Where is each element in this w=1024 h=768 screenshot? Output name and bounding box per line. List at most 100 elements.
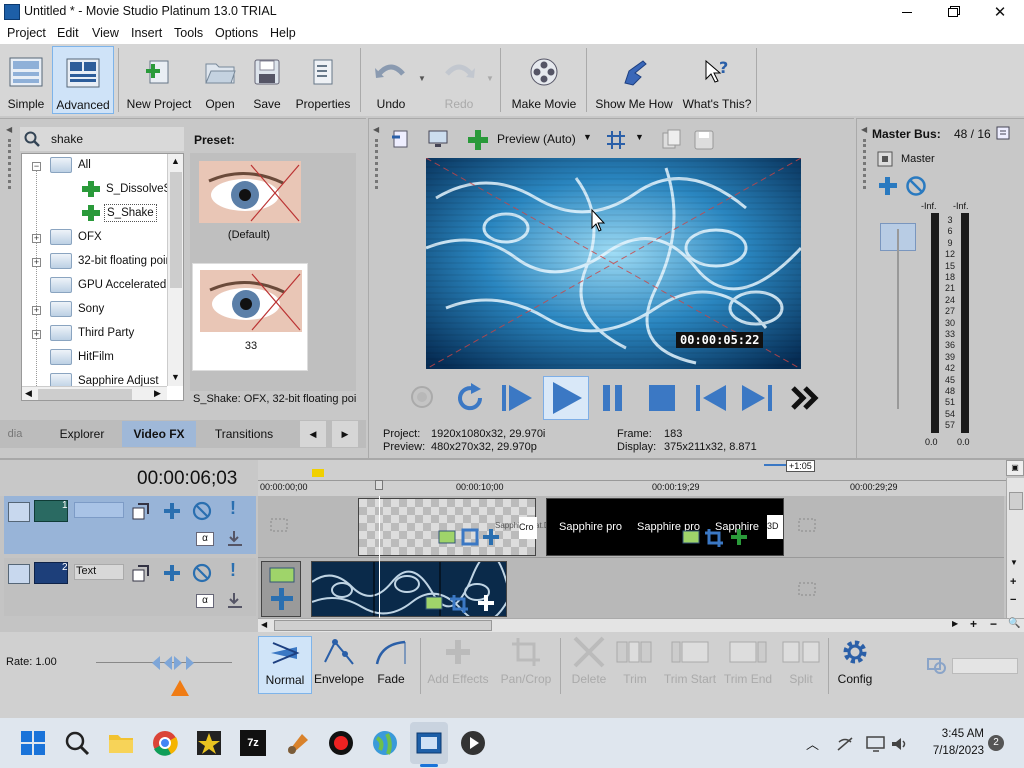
show-hidden-icons[interactable]: ︿ bbox=[806, 734, 819, 753]
scroll-right-icon[interactable]: ▶ bbox=[154, 388, 161, 399]
go-to-start-button[interactable] bbox=[694, 382, 728, 414]
timeline-ruler[interactable]: +1:05 00:00:00;00 00:00:10;00 00:00:19;2… bbox=[258, 460, 1006, 496]
master-fx-icon[interactable] bbox=[877, 175, 899, 197]
clock-date[interactable]: 7/18/2023 bbox=[920, 745, 984, 757]
chrome-icon[interactable] bbox=[152, 730, 178, 756]
scroll-left-icon[interactable]: ◀ bbox=[261, 620, 267, 629]
notification-badge[interactable]: 2 bbox=[988, 735, 1004, 751]
motion-pan-icon[interactable] bbox=[132, 564, 150, 582]
fade-tool-button[interactable]: Fade bbox=[364, 636, 418, 694]
network-icon[interactable] bbox=[836, 736, 854, 752]
pause-button[interactable] bbox=[600, 382, 626, 414]
track-fx-icon[interactable] bbox=[162, 564, 182, 582]
scroll-up-icon[interactable]: ▲ bbox=[171, 156, 180, 166]
tree-item-sony[interactable]: Sony bbox=[50, 298, 104, 320]
tree-item-all[interactable]: All bbox=[50, 154, 91, 176]
clip-text-event[interactable] bbox=[261, 561, 301, 617]
open-button[interactable]: Open bbox=[200, 46, 240, 114]
track-header-1[interactable]: 1 ! α bbox=[4, 496, 256, 554]
menu-help[interactable]: Help bbox=[270, 26, 296, 40]
track-fx-icon[interactable] bbox=[162, 502, 182, 520]
compositing-mode-icon[interactable]: α bbox=[196, 594, 214, 608]
motion-pan-icon[interactable] bbox=[132, 502, 150, 520]
envelope-tool-button[interactable]: Envelope bbox=[312, 636, 366, 694]
mute-icon[interactable] bbox=[192, 563, 212, 583]
preset-item-33[interactable]: 33 bbox=[192, 263, 308, 371]
config-button[interactable]: Config bbox=[828, 636, 882, 694]
search-icon[interactable] bbox=[64, 730, 90, 756]
scroll-down-icon[interactable]: ▼ bbox=[1010, 558, 1018, 567]
zoom-slider[interactable] bbox=[952, 658, 1018, 674]
7zip-icon[interactable]: 7z bbox=[240, 730, 266, 756]
minimize-button[interactable] bbox=[884, 0, 930, 24]
search-input[interactable]: shake bbox=[51, 132, 83, 146]
loop-region-marker[interactable] bbox=[312, 469, 324, 477]
clip-video[interactable] bbox=[311, 561, 507, 617]
preview-properties-icon[interactable] bbox=[391, 129, 411, 149]
tree-item-32bit[interactable]: 32-bit floating poir bbox=[50, 250, 169, 272]
copy-snapshot-icon[interactable] bbox=[661, 129, 683, 151]
tab-transitions[interactable]: Transitions bbox=[200, 421, 288, 447]
timeline-horizontal-scrollbar[interactable]: ◀ ▶ + − 🔍 bbox=[258, 617, 1024, 632]
zoom-tool-icon[interactable]: 🔍 bbox=[1008, 618, 1020, 629]
bus-properties-icon[interactable] bbox=[995, 125, 1011, 141]
video-fx-plus-icon[interactable] bbox=[467, 129, 489, 151]
play-button[interactable] bbox=[543, 376, 589, 420]
track-header-2[interactable]: 2 Text ! α bbox=[4, 558, 256, 616]
track-expand-icon[interactable] bbox=[8, 564, 30, 584]
screen-recorder-icon[interactable] bbox=[328, 730, 354, 756]
zoom-in-vertical-icon[interactable]: + bbox=[1010, 576, 1016, 588]
make-movie-button[interactable]: Make Movie bbox=[508, 46, 580, 114]
scroll-thumb[interactable] bbox=[38, 389, 132, 400]
trim-end-button[interactable]: Trim End bbox=[720, 636, 776, 694]
video-preview-frame[interactable]: 00:00:05:22 bbox=[426, 158, 801, 369]
menu-tools[interactable]: Tools bbox=[174, 26, 203, 40]
master-mute-icon[interactable] bbox=[877, 151, 893, 167]
play-from-start-button[interactable] bbox=[500, 382, 534, 414]
windows-start-icon[interactable] bbox=[20, 730, 46, 756]
scroll-left-icon[interactable]: ◀ bbox=[25, 388, 32, 399]
scroll-thumb[interactable] bbox=[1009, 492, 1023, 510]
movie-studio-app-icon[interactable] bbox=[416, 730, 442, 756]
volume-icon[interactable] bbox=[890, 736, 908, 752]
pan-crop-button[interactable]: Pan/Crop bbox=[498, 636, 554, 694]
tree-item-s-shake[interactable]: S_Shake bbox=[82, 202, 157, 224]
menu-insert[interactable]: Insert bbox=[131, 26, 162, 40]
record-button[interactable] bbox=[410, 384, 434, 410]
compositing-mode-icon[interactable]: α bbox=[196, 532, 214, 546]
playhead-handle[interactable] bbox=[375, 480, 383, 490]
undo-button[interactable]: Undo bbox=[368, 46, 414, 114]
expand-toggle[interactable]: + bbox=[32, 330, 41, 339]
panel-grip[interactable] bbox=[375, 139, 378, 189]
expand-toggle[interactable]: + bbox=[32, 258, 41, 267]
file-explorer-icon[interactable] bbox=[108, 730, 134, 756]
preset-thumbnail-default[interactable] bbox=[199, 161, 301, 223]
panel-collapse-icon[interactable]: ◀ bbox=[861, 125, 867, 134]
split-button[interactable]: Split bbox=[774, 636, 828, 694]
grid-overlay-icon[interactable] bbox=[605, 129, 627, 151]
track-expand-icon[interactable] bbox=[8, 502, 30, 522]
panel-collapse-icon[interactable]: ◀ bbox=[6, 125, 12, 134]
zoom-in-horizontal-icon[interactable]: + bbox=[970, 617, 977, 631]
tab-scroll-left-icon[interactable]: ◀ bbox=[300, 421, 326, 447]
scroll-right-icon[interactable]: ▶ bbox=[952, 619, 958, 628]
tab-dia[interactable]: dia bbox=[4, 421, 26, 447]
media-player-icon[interactable] bbox=[460, 730, 486, 756]
preview-quality-dropdown-icon[interactable]: ▼ bbox=[583, 132, 592, 142]
rate-slider-handle[interactable] bbox=[150, 654, 196, 672]
panel-collapse-icon[interactable]: ◀ bbox=[373, 125, 379, 134]
tree-item-hitfilm[interactable]: HitFilm bbox=[50, 346, 114, 368]
go-to-end-button[interactable] bbox=[740, 382, 774, 414]
zoom-out-horizontal-icon[interactable]: − bbox=[990, 617, 997, 631]
tab-video-fx[interactable]: Video FX bbox=[122, 421, 196, 447]
menu-view[interactable]: View bbox=[92, 26, 119, 40]
restore-button[interactable] bbox=[930, 0, 976, 24]
tree-item-s-dissolveshake[interactable]: S_DissolveSh bbox=[82, 178, 178, 200]
new-project-button[interactable]: New Project bbox=[124, 46, 194, 114]
trim-start-button[interactable]: Trim Start bbox=[660, 636, 720, 694]
timeline-options-icon[interactable]: ▣ bbox=[1006, 460, 1024, 476]
tree-item-third-party[interactable]: Third Party bbox=[50, 322, 134, 344]
overlay-dropdown-icon[interactable]: ▼ bbox=[635, 132, 644, 142]
zoom-out-vertical-icon[interactable]: − bbox=[1010, 594, 1016, 606]
advanced-button[interactable]: Advanced bbox=[52, 46, 114, 114]
